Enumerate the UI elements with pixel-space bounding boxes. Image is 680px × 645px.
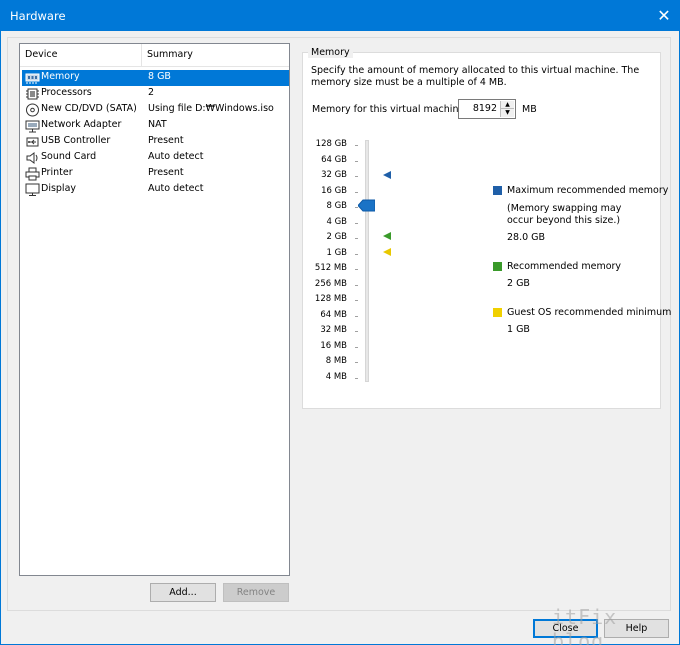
scale-label: 1 GB xyxy=(326,247,347,258)
scale-label: 64 GB xyxy=(321,154,347,165)
device-row-processors[interactable]: Processors 2 xyxy=(22,86,289,102)
scale-tick xyxy=(355,160,358,162)
device-row-usb-controller[interactable]: USB Controller Present xyxy=(22,134,289,150)
scale-tick xyxy=(355,191,358,193)
recommended-marker-icon xyxy=(383,232,391,240)
device-summary: Present xyxy=(148,167,184,178)
scale-label: 128 MB xyxy=(314,294,347,304)
device-row-network-adapter[interactable]: Network Adapter NAT xyxy=(22,118,289,134)
scale-label: 8 MB xyxy=(325,356,347,366)
memory-slider-track[interactable] xyxy=(365,140,369,382)
max-recommended-title: Maximum recommended memory xyxy=(507,185,669,196)
scale-tick xyxy=(355,176,358,177)
window-title: Hardware xyxy=(10,9,66,23)
scale-tick xyxy=(355,238,358,239)
device-summary: NAT xyxy=(148,119,167,130)
scale-tick xyxy=(355,315,358,317)
display-icon xyxy=(25,183,40,196)
title-bar: Hardware ✕ xyxy=(1,1,679,31)
max-recommended-note: (Memory swapping may occur beyond this s… xyxy=(507,203,622,226)
memory-value-input[interactable]: 8192 ▲ ▼ xyxy=(458,99,516,119)
device-row-cd-dvd[interactable]: New CD/DVD (SATA) Using file D:₩Windows.… xyxy=(22,102,289,118)
column-header-summary[interactable]: Summary xyxy=(142,44,289,66)
recommended-swatch xyxy=(493,262,502,271)
scale-tick xyxy=(355,300,358,301)
remove-button[interactable]: Remove xyxy=(223,583,289,602)
usb-icon xyxy=(26,137,39,147)
close-window-icon[interactable]: ✕ xyxy=(649,1,679,31)
scale-tick xyxy=(355,284,358,286)
spin-up-icon[interactable]: ▲ xyxy=(500,101,514,109)
device-summary: Auto detect xyxy=(148,183,204,194)
memory-slider-thumb[interactable] xyxy=(358,199,375,212)
scale-label: 512 MB xyxy=(314,263,347,273)
printer-icon xyxy=(25,167,40,181)
sound-card-icon xyxy=(26,152,38,164)
scale-tick xyxy=(355,269,358,270)
guest-min-marker-icon xyxy=(383,248,391,256)
scale-tick xyxy=(355,331,358,332)
scale-tick xyxy=(355,253,358,255)
max-recommended-swatch xyxy=(493,186,502,195)
scale-tick xyxy=(355,362,358,363)
device-row-display[interactable]: Display Auto detect xyxy=(22,182,289,198)
header-divider xyxy=(20,66,289,67)
scale-label: 256 MB xyxy=(314,278,347,289)
device-name: Sound Card xyxy=(41,151,97,162)
scale-label: 16 MB xyxy=(320,340,347,351)
scale-label: 16 GB xyxy=(321,185,347,196)
add-button[interactable]: Add... xyxy=(150,583,216,602)
max-recommended-marker-icon xyxy=(383,171,391,179)
device-summary: Using file D:₩Windows.iso xyxy=(148,103,274,114)
device-row-sound-card[interactable]: Sound Card Auto detect xyxy=(22,150,289,166)
memory-description: Specify the amount of memory allocated t… xyxy=(311,65,640,88)
memory-icon xyxy=(25,73,40,84)
guest-min-title: Guest OS recommended minimum xyxy=(507,307,672,318)
watermark-text: itFix blog xyxy=(552,605,618,645)
recommended-title: Recommended memory xyxy=(507,261,622,272)
memory-value: 8192 xyxy=(472,103,497,114)
device-summary: Auto detect xyxy=(148,151,204,162)
scale-label: 32 MB xyxy=(320,325,347,335)
scale-label: 4 MB xyxy=(325,371,347,382)
device-name: Processors xyxy=(41,87,92,98)
device-name: New CD/DVD (SATA) xyxy=(41,103,137,114)
scale-label: 32 GB xyxy=(321,170,347,180)
cd-dvd-icon xyxy=(26,103,39,117)
guest-min-swatch xyxy=(493,308,502,317)
processor-icon xyxy=(26,88,39,100)
scale-label: 64 MB xyxy=(320,309,347,320)
scale-label: 2 GB xyxy=(326,232,347,242)
memory-field-label: Memory for this virtual machine: xyxy=(312,104,468,115)
recommended-value: 2 GB xyxy=(507,278,530,289)
scale-tick xyxy=(355,377,358,379)
device-summary: 8 GB xyxy=(148,71,171,82)
network-adapter-icon xyxy=(25,120,40,133)
device-name: Memory xyxy=(41,71,80,82)
device-summary: Present xyxy=(148,135,184,146)
device-name: USB Controller xyxy=(41,135,111,146)
scale-label: 8 GB xyxy=(326,201,347,211)
device-row-printer[interactable]: Printer Present xyxy=(22,166,289,182)
device-row-memory[interactable]: Memory 8 GB xyxy=(22,70,289,86)
memory-group-title: Memory xyxy=(308,47,353,58)
max-recommended-value: 28.0 GB xyxy=(507,232,546,243)
device-summary: 2 xyxy=(148,87,155,98)
scale-tick xyxy=(355,145,358,146)
scale-tick xyxy=(355,222,358,224)
device-name: Display xyxy=(41,183,77,194)
scale-label: 128 GB xyxy=(315,139,347,149)
device-name: Network Adapter xyxy=(41,119,122,130)
memory-unit: MB xyxy=(522,104,537,115)
spin-down-icon[interactable]: ▼ xyxy=(500,109,514,117)
scale-label: 4 GB xyxy=(326,216,347,227)
device-list[interactable]: Device Summary Memory 8 GB Processors 2 … xyxy=(19,43,290,576)
scale-tick xyxy=(355,346,358,348)
device-name: Printer xyxy=(41,167,73,178)
guest-min-value: 1 GB xyxy=(507,324,530,335)
column-header-device[interactable]: Device xyxy=(20,44,142,66)
